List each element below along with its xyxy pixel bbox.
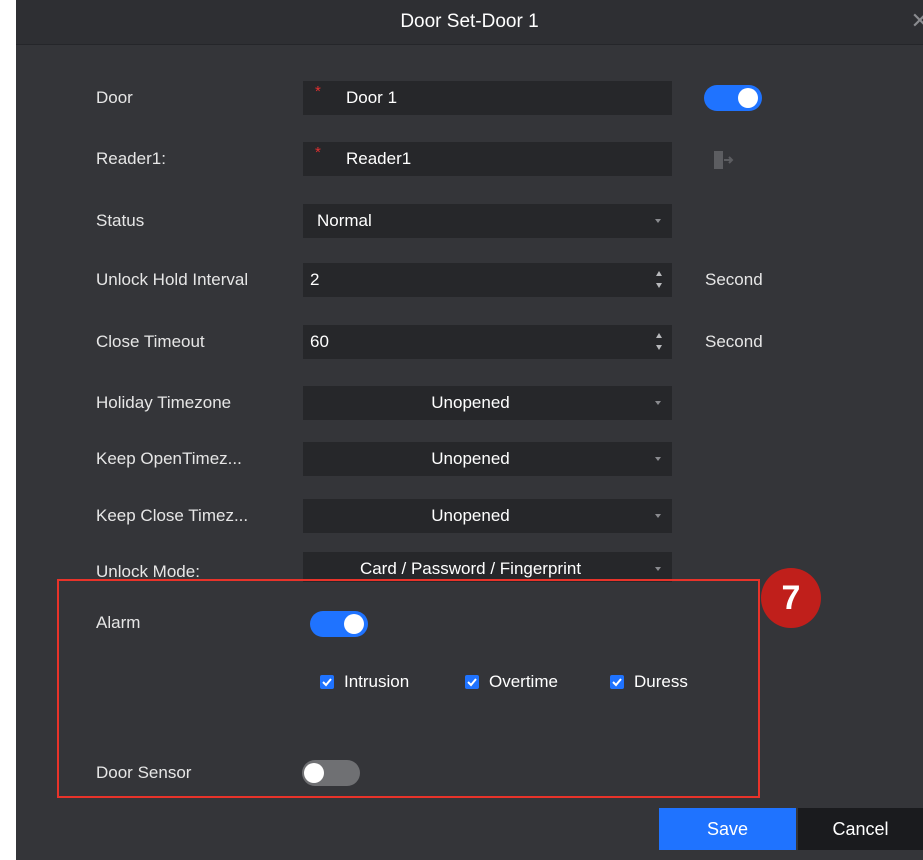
- close-timeout-input[interactable]: 60: [303, 325, 672, 359]
- overtime-label: Overtime: [489, 672, 558, 691]
- door-enable-toggle[interactable]: [704, 85, 762, 111]
- keep-open-value: Unopened: [431, 449, 510, 468]
- alarm-toggle[interactable]: [310, 611, 368, 637]
- cancel-button[interactable]: Cancel: [798, 808, 923, 850]
- reader-name-value: Reader1: [346, 149, 412, 168]
- alarm-label: Alarm: [96, 613, 141, 632]
- close-timeout-value: 60: [310, 332, 329, 351]
- checkbox-checked-icon: [465, 675, 479, 689]
- dialog-title: Door Set-Door 1: [400, 11, 539, 32]
- unlock-hold-value: 2: [310, 270, 320, 289]
- reader-label: Reader1:: [96, 149, 166, 168]
- door-sensor-toggle[interactable]: [302, 760, 360, 786]
- door-name-value: Door 1: [346, 88, 398, 107]
- chevron-down-icon: [655, 457, 661, 461]
- keep-close-select[interactable]: Unopened: [303, 499, 672, 533]
- unlock-hold-unit: Second: [705, 270, 763, 289]
- close-timeout-unit: Second: [705, 332, 763, 351]
- intrusion-label: Intrusion: [344, 672, 410, 691]
- keep-open-label: Keep OpenTimez...: [96, 449, 242, 468]
- reader-name-input[interactable]: * Reader1: [303, 142, 672, 176]
- door-name-input[interactable]: * Door 1: [303, 81, 672, 115]
- duress-label: Duress: [634, 672, 688, 691]
- holiday-timezone-value: Unopened: [431, 393, 510, 412]
- required-mark: *: [315, 144, 321, 161]
- chevron-down-icon: [655, 219, 661, 223]
- status-value: Normal: [317, 211, 372, 230]
- spinner-arrows-icon[interactable]: [655, 331, 663, 353]
- keep-open-select[interactable]: Unopened: [303, 442, 672, 476]
- unlock-mode-select[interactable]: Card / Password / Fingerprint: [303, 552, 672, 582]
- title-bar: Door Set-Door 1 ✕: [16, 0, 923, 45]
- chevron-down-icon: [655, 401, 661, 405]
- toggle-knob: [738, 88, 758, 108]
- required-mark: *: [315, 83, 321, 100]
- checkbox-checked-icon: [610, 675, 624, 689]
- status-select[interactable]: Normal: [303, 204, 672, 238]
- chevron-down-icon: [655, 514, 661, 518]
- holiday-timezone-label: Holiday Timezone: [96, 393, 232, 412]
- keep-close-label: Keep Close Timez...: [96, 506, 249, 525]
- door-sensor-label: Door Sensor: [96, 763, 192, 782]
- step-number-badge: 7: [761, 568, 821, 628]
- save-button[interactable]: Save: [659, 808, 796, 850]
- unlock-hold-label: Unlock Hold Interval: [96, 270, 249, 289]
- close-icon[interactable]: ✕: [911, 10, 923, 32]
- holiday-timezone-select[interactable]: Unopened: [303, 386, 672, 420]
- checkbox-checked-icon: [320, 675, 334, 689]
- toggle-knob: [344, 614, 364, 634]
- close-timeout-label: Close Timeout: [96, 332, 205, 351]
- unlock-hold-input[interactable]: 2: [303, 263, 672, 297]
- door-exit-icon[interactable]: [712, 149, 734, 171]
- door-label: Door: [96, 88, 133, 107]
- keep-close-value: Unopened: [431, 506, 510, 525]
- spinner-arrows-icon[interactable]: [655, 269, 663, 291]
- status-label: Status: [96, 211, 145, 230]
- chevron-down-icon: [655, 567, 661, 571]
- toggle-knob: [304, 763, 324, 783]
